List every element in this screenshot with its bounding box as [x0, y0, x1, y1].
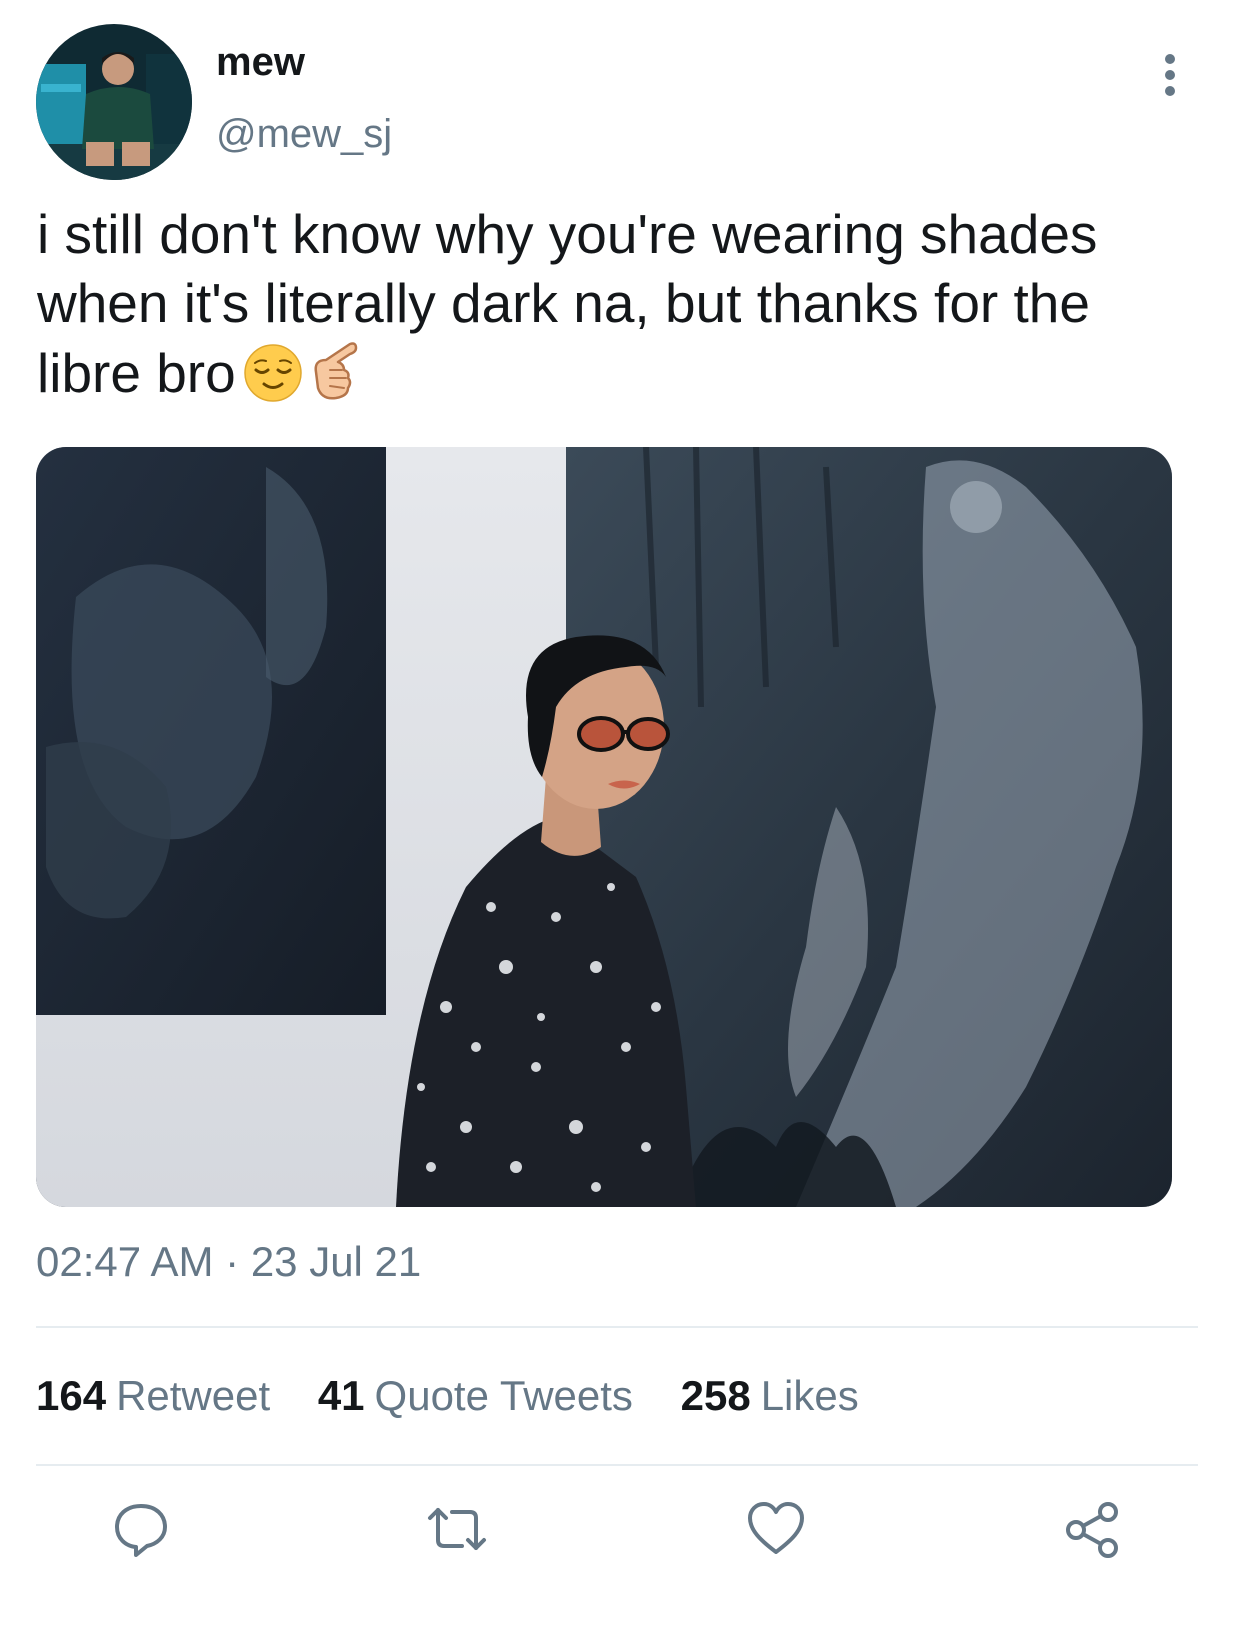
retweet-icon[interactable] — [424, 1500, 490, 1563]
user-handle[interactable]: @mew_sj — [216, 112, 392, 157]
avatar[interactable] — [36, 24, 192, 180]
quote-label: Quote Tweets — [374, 1372, 633, 1419]
like-count: 258 — [680, 1372, 751, 1419]
avatar-image — [36, 24, 192, 180]
tweet-timestamp[interactable]: 02:47 AM · 23 Jul 21 — [36, 1238, 421, 1286]
tweet-time: 02:47 AM — [36, 1238, 214, 1285]
divider — [36, 1464, 1198, 1466]
more-options-icon[interactable] — [1155, 50, 1185, 100]
backhand-index-pointing-left-emoji-icon — [310, 338, 360, 420]
share-icon[interactable] — [1064, 1500, 1124, 1565]
retweet-count-link[interactable]: 164 Retweet — [36, 1372, 270, 1420]
retweet-label: Retweet — [116, 1372, 271, 1419]
quote-count: 41 — [317, 1372, 365, 1419]
tweet-photo[interactable] — [36, 447, 1172, 1207]
tweet-date: 23 Jul 21 — [250, 1238, 422, 1285]
tweet-text-line: when it's literally dark na, but thanks … — [37, 272, 1090, 334]
reply-icon[interactable] — [112, 1500, 170, 1563]
retweet-count: 164 — [36, 1372, 107, 1419]
tweet-text-line: libre bro — [37, 342, 236, 404]
action-bar — [0, 1500, 1235, 1580]
divider — [36, 1326, 1198, 1328]
tweet-text-line-last: libre bro — [37, 338, 1197, 420]
like-label: Likes — [760, 1372, 859, 1419]
photo-image — [36, 447, 1172, 1207]
engagement-stats: 164 Retweet 41 Quote Tweets 258 Likes — [36, 1372, 895, 1420]
relieved-face-emoji-icon — [242, 342, 304, 420]
tweet-text-line: i still don't know why you're wearing sh… — [37, 203, 1098, 265]
like-icon[interactable] — [746, 1500, 806, 1561]
display-name[interactable]: mew — [216, 40, 305, 85]
timestamp-separator: · — [225, 1238, 240, 1285]
quote-count-link[interactable]: 41 Quote Tweets — [318, 1372, 633, 1420]
tweet-text: i still don't know why you're wearing sh… — [37, 200, 1197, 420]
tweet-detail: mew @mew_sj i still don't know why you'r… — [0, 0, 1235, 1628]
like-count-link[interactable]: 258 Likes — [681, 1372, 859, 1420]
